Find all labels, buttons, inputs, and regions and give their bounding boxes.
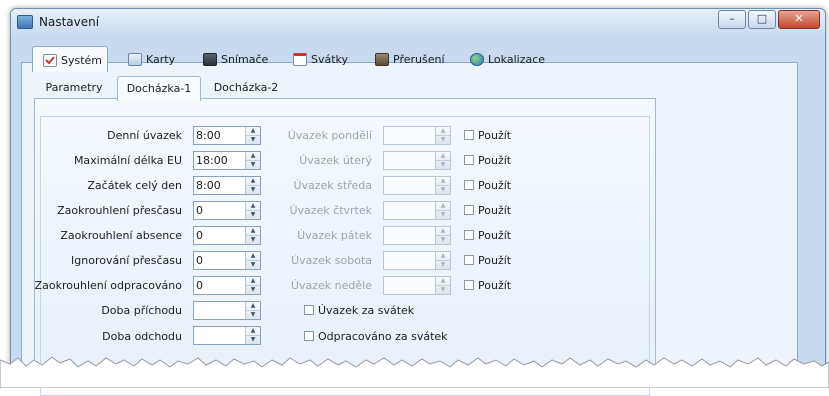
tab-karty[interactable]: Karty [118,46,188,72]
globe-icon [470,53,484,66]
checklist-icon [43,54,57,67]
calendar-icon [293,53,307,66]
uvazek-za-svatek-checkbox[interactable] [304,305,314,315]
torn-edge-decoration [0,356,829,388]
uvazek-sobota-input[interactable]: ▲ ▼ [383,251,451,270]
doba-prichodu-label: Doba příchodu [101,304,182,317]
title-bar[interactable]: Nastavení – □ ✕ [11,9,825,35]
spin-up-icon[interactable]: ▲ [436,277,450,286]
subtab-parametry[interactable]: Parametry [36,76,112,100]
ignorovani-prescasu-label: Ignorování přesčasu [71,254,182,267]
tab-lokalizace[interactable]: Lokalizace [460,46,556,72]
cards-icon [128,53,142,66]
minimize-button[interactable]: – [718,10,746,29]
uvazek-sobota-spinner[interactable]: ▲ ▼ [435,252,450,269]
max-delka-eu-label: Maximální délka EU [73,154,182,167]
spin-up-icon[interactable]: ▲ [436,127,450,136]
zaokrouhleni-prescasu-label: Zaokrouhlení přesčasu [57,204,182,217]
spin-up-icon[interactable]: ▲ [436,177,450,186]
spin-down-icon[interactable]: ▼ [436,261,450,269]
odpracovano-za-svatek-checkbox[interactable] [304,331,314,341]
spin-up-icon[interactable]: ▲ [246,302,260,311]
tab-svatky-label: Svátky [311,53,349,66]
pouzit-patek-checkbox[interactable] [464,230,474,240]
spin-down-icon[interactable]: ▼ [246,311,260,319]
uvazek-patek-label: Úvazek pátek [297,229,372,242]
doba-prichodu-spinner[interactable]: ▲ ▼ [245,302,260,319]
tab-karty-label: Karty [146,53,176,66]
uvazek-utery-label: Úvazek úterý [299,154,372,167]
spin-down-icon[interactable]: ▼ [436,136,450,144]
spin-down-icon[interactable]: ▼ [436,286,450,294]
pouzit-nedele-label: Použít [478,279,512,292]
denni-uvazek-label: Denní úvazek [107,129,182,142]
pouzit-pondeli-checkbox[interactable] [464,130,474,140]
tab-snimace[interactable]: Snímače [193,46,279,72]
uvazek-streda-label: Úvazek středa [293,179,372,192]
zaokrouhleni-odpracovano-label: Zaokrouhlení odpracováno [34,279,182,292]
uvazek-ctvrtek-label: Úvazek čtvrtek [289,204,372,217]
spin-down-icon[interactable]: ▼ [436,161,450,169]
pouzit-streda-label: Použít [478,179,512,192]
tab-preruseni-label: Přerušení [393,53,445,66]
uvazek-za-svatek-label: Úvazek za svátek [318,304,415,317]
uvazek-nedele-input[interactable]: ▲ ▼ [383,276,451,295]
spin-down-icon[interactable]: ▼ [436,186,450,194]
odpracovano-za-svatek-label: Odpracováno za svátek [318,330,448,343]
spin-up-icon[interactable]: ▲ [436,252,450,261]
uvazek-sobota-label: Úvazek sobota [291,254,372,267]
zaokrouhleni-absence-label: Zaokrouhlení absence [60,229,182,242]
uvazek-utery-spinner[interactable]: ▲ ▼ [435,152,450,169]
uvazek-nedele-label: Úvazek neděle [290,279,372,292]
subtab-dochazka-2[interactable]: Docházka-2 [205,76,287,100]
pouzit-ctvrtek-checkbox[interactable] [464,205,474,215]
tab-system-label: Systém [61,54,103,67]
uvazek-ctvrtek-spinner[interactable]: ▲ ▼ [435,202,450,219]
pause-icon [375,53,389,66]
doba-prichodu-input[interactable]: ▲ ▼ [193,301,261,320]
tab-preruseni[interactable]: Přerušení [365,46,457,72]
pouzit-sobota-checkbox[interactable] [464,255,474,265]
uvazek-pondeli-label: Úvazek pondělí [287,129,372,142]
doba-odchodu-label: Doba odchodu [102,330,182,343]
spin-down-icon[interactable]: ▼ [246,336,260,344]
doba-odchodu-input[interactable]: ▲ ▼ [193,326,261,345]
pouzit-sobota-label: Použít [478,254,512,267]
uvazek-streda-spinner[interactable]: ▲ ▼ [435,177,450,194]
uvazek-pondeli-input[interactable]: ▲ ▼ [383,126,451,145]
spin-up-icon[interactable]: ▲ [246,327,260,336]
spin-up-icon[interactable]: ▲ [436,202,450,211]
doba-odchodu-spinner[interactable]: ▲ ▼ [245,327,260,344]
uvazek-nedele-spinner[interactable]: ▲ ▼ [435,277,450,294]
tab-svatky[interactable]: Svátky [283,46,359,72]
uvazek-streda-input[interactable]: ▲ ▼ [383,176,451,195]
tab-snimace-label: Snímače [221,53,269,66]
uvazek-pondeli-spinner[interactable]: ▲ ▼ [435,127,450,144]
pouzit-ctvrtek-label: Použít [478,204,512,217]
spin-up-icon[interactable]: ▲ [436,152,450,161]
app-icon [17,15,33,29]
subtab-dochazka-1[interactable]: Docházka-1 [117,76,201,101]
window-title: Nastavení [39,15,100,29]
uvazek-patek-spinner[interactable]: ▲ ▼ [435,227,450,244]
pouzit-nedele-checkbox[interactable] [464,280,474,290]
spin-down-icon[interactable]: ▼ [436,236,450,244]
uvazek-ctvrtek-input[interactable]: ▲ ▼ [383,201,451,220]
pouzit-patek-label: Použít [478,229,512,242]
spin-up-icon[interactable]: ▲ [436,227,450,236]
uvazek-utery-input[interactable]: ▲ ▼ [383,151,451,170]
maximize-button[interactable]: □ [748,10,776,29]
tab-system[interactable]: Systém [32,46,108,72]
tab-lokalizace-label: Lokalizace [488,53,546,66]
zacatek-cely-den-label: Začátek celý den [87,179,182,192]
close-button[interactable]: ✕ [778,10,820,29]
pouzit-utery-label: Použít [478,154,512,167]
pouzit-pondeli-label: Použít [478,129,512,142]
pouzit-utery-checkbox[interactable] [464,155,474,165]
reader-icon [203,53,217,66]
uvazek-patek-input[interactable]: ▲ ▼ [383,226,451,245]
spin-down-icon[interactable]: ▼ [436,211,450,219]
pouzit-streda-checkbox[interactable] [464,180,474,190]
